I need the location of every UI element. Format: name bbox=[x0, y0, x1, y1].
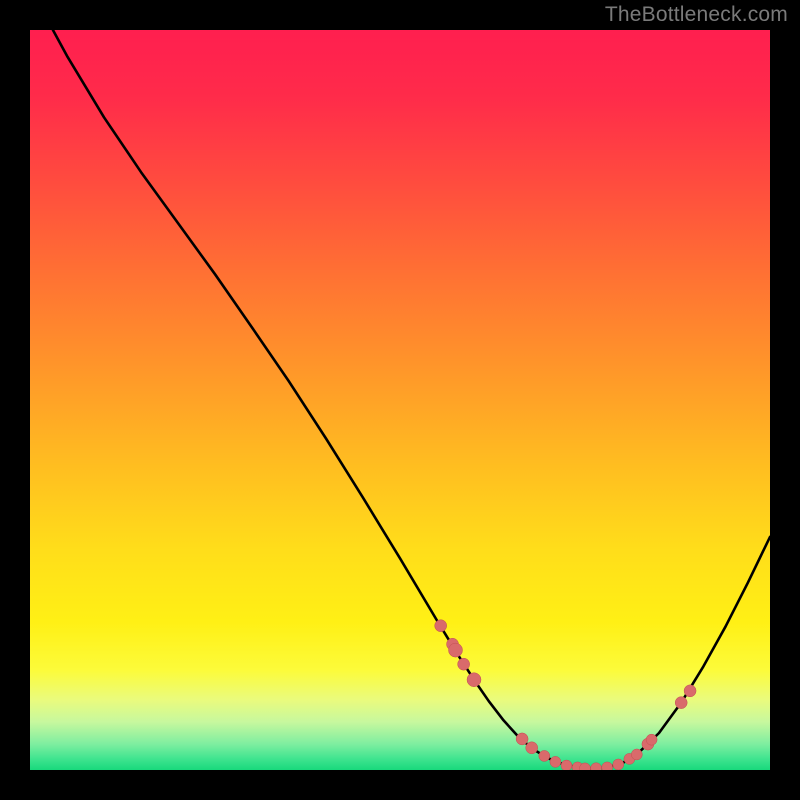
data-marker bbox=[516, 733, 528, 745]
data-marker bbox=[591, 763, 602, 774]
data-marker bbox=[561, 760, 572, 771]
data-marker bbox=[550, 756, 561, 767]
attribution-label: TheBottleneck.com bbox=[605, 3, 788, 27]
data-marker bbox=[684, 685, 696, 697]
chart-root: TheBottleneck.com bbox=[0, 0, 800, 800]
data-marker bbox=[435, 620, 447, 632]
chart-svg bbox=[0, 0, 800, 800]
data-marker bbox=[539, 750, 550, 761]
data-marker bbox=[675, 697, 687, 709]
data-marker bbox=[613, 759, 624, 770]
gradient-background bbox=[30, 30, 770, 770]
data-marker bbox=[449, 643, 463, 657]
data-marker bbox=[467, 673, 481, 687]
data-marker bbox=[580, 763, 591, 774]
data-marker bbox=[458, 658, 470, 670]
data-marker bbox=[602, 762, 613, 773]
data-marker bbox=[631, 749, 642, 760]
data-marker bbox=[526, 742, 538, 754]
data-marker bbox=[646, 734, 657, 745]
